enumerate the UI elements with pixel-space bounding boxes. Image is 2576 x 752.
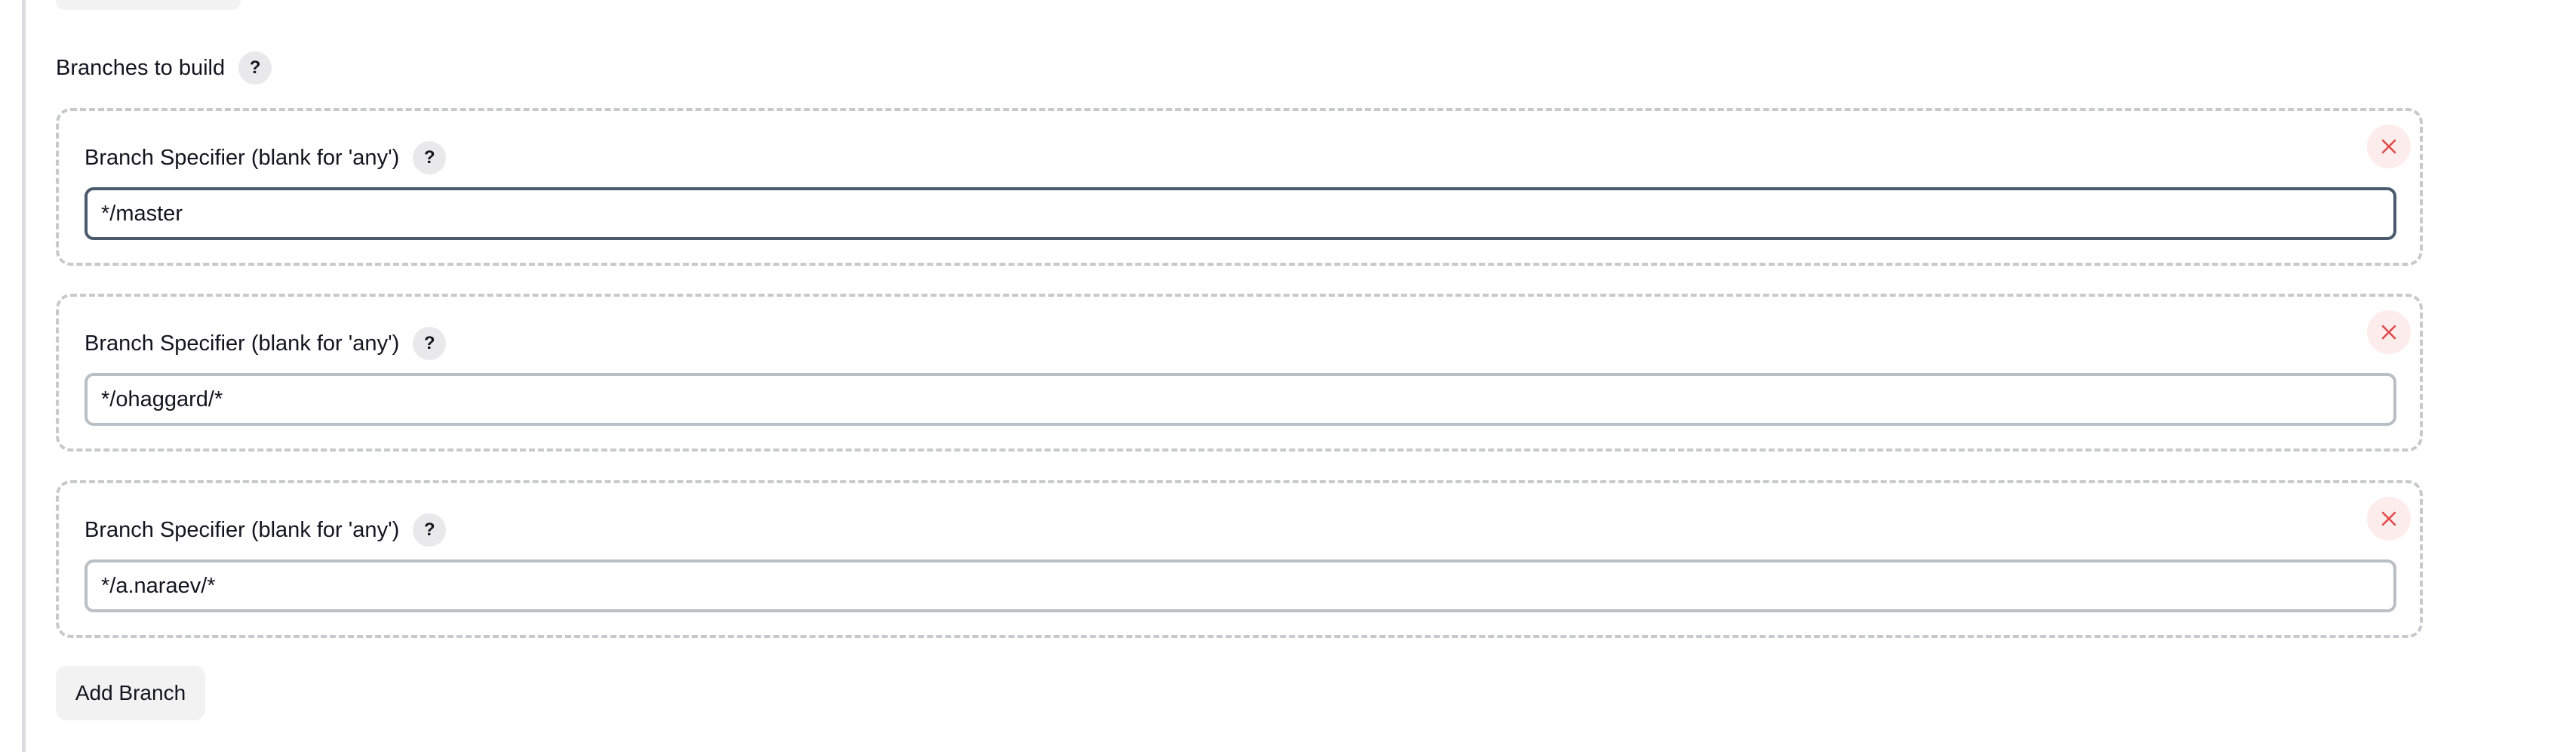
- remove-branch-button[interactable]: [2367, 125, 2411, 168]
- branch-card: Branch Specifier (blank for 'any') ? */a…: [56, 480, 2423, 638]
- branch-specifier-label: Branch Specifier (blank for 'any'): [85, 331, 400, 356]
- close-icon: [2381, 325, 2396, 340]
- branch-specifier-input[interactable]: */ohaggard/*: [85, 373, 2396, 426]
- branch-specifier-input[interactable]: */a.naraev/*: [85, 559, 2396, 612]
- add-branch-button[interactable]: Add Branch: [56, 666, 205, 720]
- branches-section-header: Branches to build ?: [56, 51, 272, 85]
- branch-help-button[interactable]: ?: [413, 327, 447, 360]
- close-icon: [2381, 139, 2396, 154]
- remove-branch-button[interactable]: [2367, 310, 2411, 354]
- left-border-rule: [22, 0, 26, 752]
- branch-label-row: Branch Specifier (blank for 'any') ?: [85, 141, 447, 174]
- branch-specifier-label: Branch Specifier (blank for 'any'): [85, 517, 400, 542]
- branch-label-row: Branch Specifier (blank for 'any') ?: [85, 327, 447, 360]
- close-icon: [2381, 511, 2396, 526]
- section-title: Branches to build: [56, 55, 226, 80]
- branch-card: Branch Specifier (blank for 'any') ? */o…: [56, 294, 2423, 452]
- branch-specifier-input[interactable]: */master: [85, 187, 2396, 240]
- branch-specifier-label: Branch Specifier (blank for 'any'): [85, 145, 400, 170]
- branch-card: Branch Specifier (blank for 'any') ? */m…: [56, 108, 2423, 266]
- branch-help-button[interactable]: ?: [413, 513, 447, 547]
- branch-label-row: Branch Specifier (blank for 'any') ?: [85, 513, 447, 547]
- remove-branch-button[interactable]: [2367, 497, 2411, 541]
- section-help-button[interactable]: ?: [238, 51, 272, 85]
- branch-help-button[interactable]: ?: [413, 141, 447, 174]
- previous-control-stub[interactable]: [56, 0, 241, 10]
